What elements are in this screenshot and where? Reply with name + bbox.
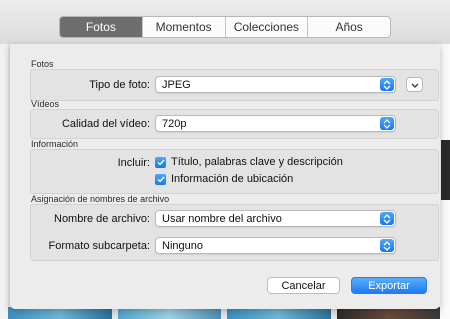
cancel-button[interactable]: Cancelar (267, 277, 340, 294)
video-quality-popup[interactable]: 720p (155, 115, 396, 132)
section-title-naming: Asignación de nombres de archivo (31, 194, 170, 204)
tab-fotos[interactable]: Fotos (60, 17, 142, 37)
checkmark-icon (155, 173, 166, 185)
photo-type-value: JPEG (162, 79, 191, 91)
photos-group: Tipo de foto: JPEG (30, 69, 439, 101)
subfolder-format-popup[interactable]: Ninguno (155, 237, 396, 254)
chevron-down-icon (411, 76, 419, 94)
view-segmented-control: Fotos Momentos Colecciones Años (59, 16, 391, 38)
section-title-videos: Vídeos (31, 99, 60, 109)
background-sidebar-edge (0, 44, 8, 319)
app-toolbar: Fotos Momentos Colecciones Años (0, 0, 450, 44)
video-quality-value: 720p (162, 118, 187, 130)
export-dialog: Fotos Tipo de foto: JPEG Vídeos Calidad … (10, 44, 440, 309)
video-quality-label: Calidad del vídeo: (61, 118, 150, 130)
tab-colecciones[interactable]: Colecciones (224, 17, 308, 37)
filename-value: Usar nombre del archivo (162, 213, 282, 225)
filename-popup[interactable]: Usar nombre del archivo (155, 210, 396, 227)
include-title-keywords-checkbox[interactable]: Título, palabras clave y descripción (155, 156, 343, 168)
background-photo-edge (441, 140, 450, 200)
tab-anos[interactable]: Años (307, 17, 390, 37)
include-label: Incluir: (117, 157, 150, 169)
up-down-arrows-icon (380, 212, 394, 225)
subfolder-format-label: Formato subcarpeta: (48, 240, 151, 252)
include-location-label: Información de ubicación (171, 173, 294, 185)
section-title-info: Información (31, 139, 79, 149)
naming-group: Nombre de archivo: Usar nombre del archi… (30, 204, 439, 261)
photo-type-popup[interactable]: JPEG (155, 76, 396, 93)
up-down-arrows-icon (380, 239, 394, 252)
filename-label: Nombre de archivo: (54, 213, 150, 225)
include-title-keywords-label: Título, palabras clave y descripción (171, 156, 343, 168)
up-down-arrows-icon (380, 117, 394, 130)
up-down-arrows-icon (380, 78, 394, 91)
section-title-photos: Fotos (31, 59, 54, 69)
photo-type-label: Tipo de foto: (89, 79, 150, 91)
include-location-checkbox[interactable]: Información de ubicación (155, 173, 293, 185)
checkmark-icon (155, 156, 166, 168)
videos-group: Calidad del vídeo: 720p (30, 109, 439, 139)
photo-options-button[interactable] (406, 77, 423, 92)
export-button[interactable]: Exportar (351, 277, 427, 294)
subfolder-format-value: Ninguno (162, 240, 203, 252)
tab-momentos[interactable]: Momentos (141, 17, 225, 37)
info-group: Incluir: Título, palabras clave y descri… (30, 149, 439, 194)
